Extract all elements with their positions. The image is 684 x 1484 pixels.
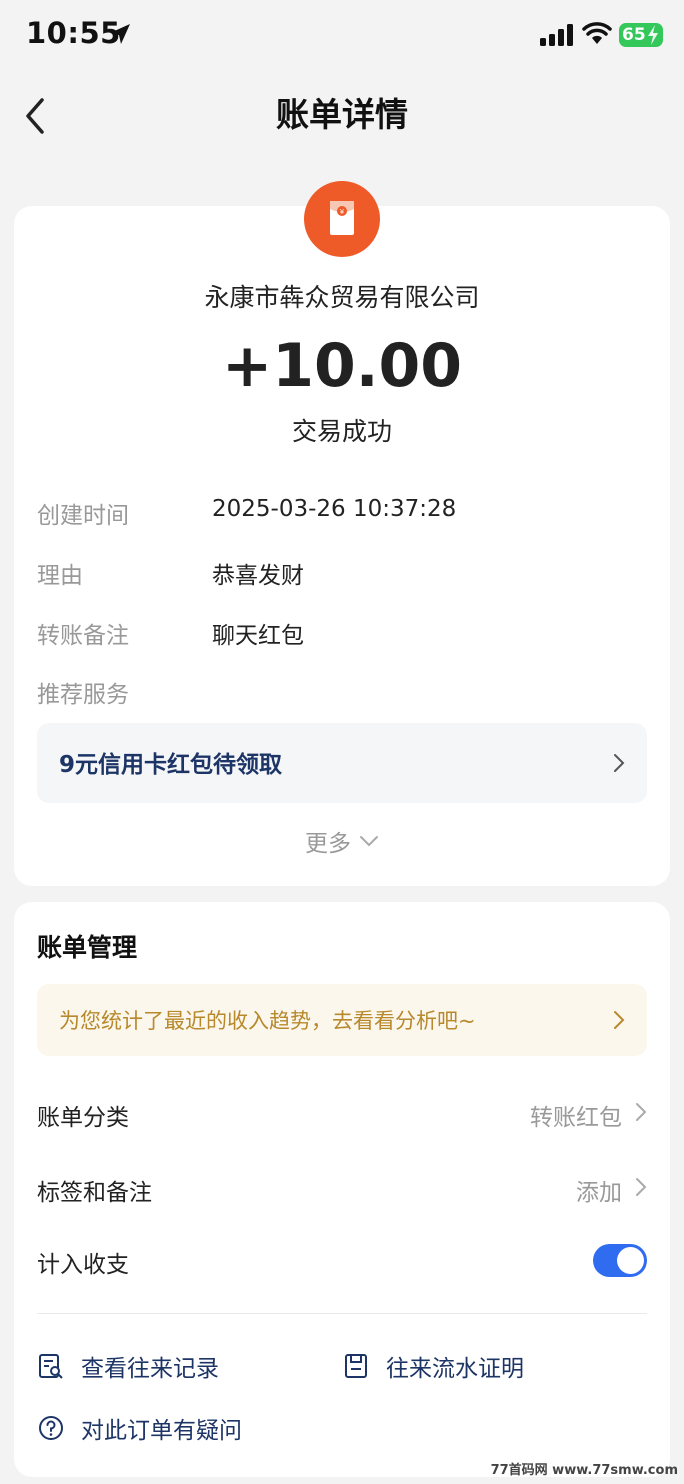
toggle-knob (617, 1247, 644, 1274)
chevron-down-icon (360, 836, 378, 847)
order-question-label: 对此订单有疑问 (81, 1418, 242, 1444)
bill-detail-card: 永康市犇众贸易有限公司 +10.00 交易成功 创建时间 2025-03-26 … (14, 206, 670, 886)
view-records-link[interactable]: 查看往来记录 (37, 1349, 219, 1383)
records-search-icon (39, 1354, 63, 1379)
amount: +10.00 (221, 331, 463, 401)
more-label: 更多 (305, 831, 351, 857)
created-time-value: 2025-03-26 10:37:28 (212, 496, 457, 522)
location-arrow-icon (110, 24, 130, 44)
transaction-proof-link[interactable]: 往来流水证明 (342, 1349, 524, 1383)
more-button[interactable]: 更多 (14, 824, 670, 858)
tip-text: 为您统计了最近的收入趋势，去看看分析吧~ (59, 1009, 476, 1033)
bill-management-card: 账单管理 为您统计了最近的收入趋势，去看看分析吧~ 账单分类 转账红包 标签和备… (14, 902, 670, 1477)
status-time: 10:55 (26, 16, 121, 50)
created-time-label: 创建时间 (37, 503, 129, 529)
cellular-signal-icon (540, 24, 573, 46)
reason-value: 恭喜发财 (212, 563, 304, 589)
transaction-proof-label: 往来流水证明 (386, 1356, 524, 1382)
chevron-right-icon (614, 754, 625, 772)
divider (37, 1313, 647, 1314)
question-circle-icon (39, 1416, 63, 1440)
status-bar: 10:55 65 (0, 0, 684, 70)
chevron-right-icon (636, 1103, 647, 1121)
charging-bolt-icon (648, 25, 658, 45)
recommended-service-label: 推荐服务 (37, 682, 129, 708)
tags-notes-value: 添加 (576, 1180, 622, 1206)
promo-text: 9元信用卡红包待领取 (59, 752, 283, 778)
count-income-label: 计入收支 (37, 1252, 129, 1278)
view-records-label: 查看往来记录 (81, 1356, 219, 1382)
count-income-toggle[interactable] (593, 1244, 647, 1277)
chevron-right-icon (614, 1011, 625, 1029)
watermark: 77首码网 www.77smw.com (490, 1463, 678, 1478)
bill-category-label: 账单分类 (37, 1105, 129, 1131)
red-packet-avatar: ¥ (304, 181, 380, 257)
income-trend-tip[interactable]: 为您统计了最近的收入趋势，去看看分析吧~ (37, 984, 647, 1056)
chevron-right-icon (636, 1178, 647, 1196)
merchant-name: 永康市犇众贸易有限公司 (204, 283, 480, 312)
red-packet-icon: ¥ (330, 201, 354, 235)
page-title: 账单详情 (276, 95, 408, 134)
document-icon (345, 1354, 367, 1378)
wifi-icon (582, 22, 612, 44)
tags-notes-label: 标签和备注 (37, 1180, 152, 1206)
transaction-status: 交易成功 (291, 417, 392, 446)
credit-card-promo-banner[interactable]: 9元信用卡红包待领取 (37, 723, 647, 803)
svg-text:¥: ¥ (340, 208, 345, 216)
transfer-note-label: 转账备注 (37, 623, 129, 649)
section-title: 账单管理 (37, 933, 138, 962)
bill-category-value: 转账红包 (530, 1105, 622, 1131)
transfer-note-value: 聊天红包 (212, 623, 304, 649)
order-question-link[interactable]: 对此订单有疑问 (37, 1411, 242, 1445)
reason-label: 理由 (37, 563, 83, 589)
